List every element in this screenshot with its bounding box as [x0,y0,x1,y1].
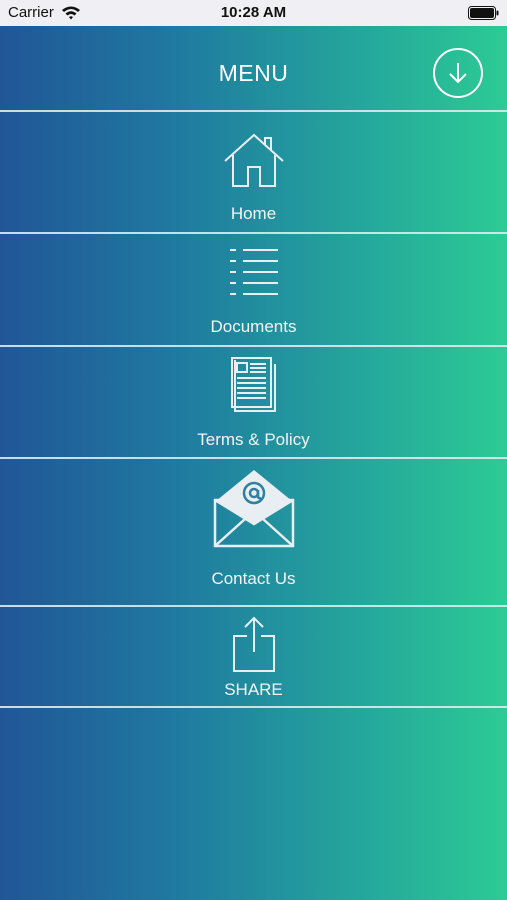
menu-item-label: Terms & Policy [197,430,310,449]
menu-item-documents[interactable]: Documents [0,234,507,345]
nav-header: MENU [0,26,507,111]
menu-item-label: Documents [210,317,297,336]
share-icon [232,616,275,672]
download-button[interactable] [433,48,483,98]
menu-item-label: Home [230,204,277,223]
divider [0,706,507,708]
download-arrow-icon [449,63,467,84]
menu-item-home[interactable]: Home [0,112,507,232]
page-title: MENU [218,60,289,86]
document-icon [230,357,276,412]
list-icon [229,249,278,295]
battery-icon [468,6,499,20]
menu-item-contact-us[interactable]: Contact Us [0,459,507,605]
email-envelope-icon [213,470,294,548]
menu-item-share[interactable]: SHARE [0,607,507,706]
menu-screen: MENU Home Documents Terms & Policy Conta… [0,26,507,900]
status-bar: Carrier 10:28 AM [0,0,507,26]
menu-item-label: Contact Us [211,569,296,588]
home-icon [223,133,284,187]
menu-item-terms-policy[interactable]: Terms & Policy [0,347,507,458]
status-time: 10:28 AM [220,4,287,21]
menu-item-label: SHARE [224,680,283,699]
